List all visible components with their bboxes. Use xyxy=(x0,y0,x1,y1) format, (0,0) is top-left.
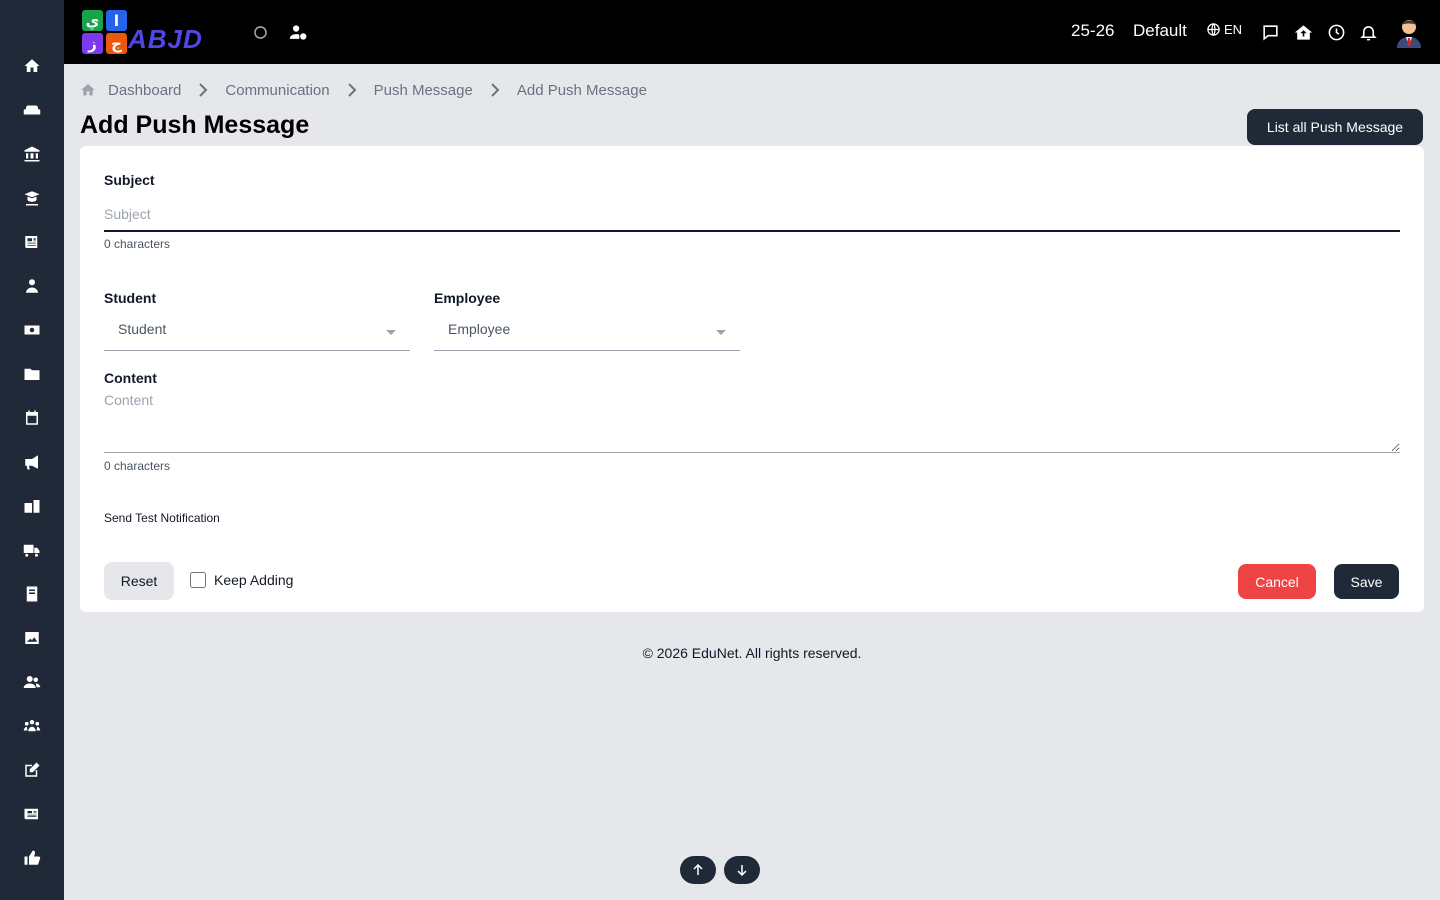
topbar: ي ا ز ج ABJD 25-26 Default EN xyxy=(64,0,1440,64)
content-textarea[interactable] xyxy=(104,392,1400,453)
list-push-messages-button[interactable]: List all Push Message xyxy=(1247,109,1423,145)
bell-icon[interactable] xyxy=(1356,20,1380,44)
users-icon[interactable] xyxy=(20,670,44,694)
send-test-notification[interactable]: Send Test Notification xyxy=(104,511,220,525)
footer-copyright: © 2026 EduNet. All rights reserved. xyxy=(642,645,862,661)
truck-icon[interactable] xyxy=(20,538,44,562)
school-icon[interactable] xyxy=(20,494,44,518)
arrow-up-icon xyxy=(693,864,703,875)
theme-toggle-icon[interactable] xyxy=(248,20,272,44)
app-logo[interactable]: ي ا ز ج ABJD xyxy=(80,8,226,56)
chevron-right-icon xyxy=(181,83,225,97)
student-label: Student xyxy=(104,290,157,306)
push-message-form: Subject 0 characters Student Student Emp… xyxy=(80,146,1424,612)
scroll-up-button[interactable] xyxy=(680,856,716,884)
content-char-counter: 0 characters xyxy=(104,459,171,473)
breadcrumb-add-push-message: Add Push Message xyxy=(516,81,647,99)
employee-select[interactable]: Employee xyxy=(434,313,740,351)
chat-icon[interactable] xyxy=(1258,20,1282,44)
couch-icon[interactable] xyxy=(20,98,44,122)
home-icon[interactable] xyxy=(20,54,44,78)
student-select-value: Student xyxy=(118,321,167,337)
scroll-down-button[interactable] xyxy=(724,856,760,884)
home-icon[interactable] xyxy=(80,82,96,98)
logo-tile: ج xyxy=(106,33,127,54)
save-button[interactable]: Save xyxy=(1334,564,1399,599)
teacher-icon[interactable] xyxy=(20,274,44,298)
subject-input[interactable] xyxy=(104,198,1400,232)
session-selector[interactable]: 25-26 xyxy=(1071,21,1114,41)
breadcrumb: Dashboard Communication Push Message Add… xyxy=(80,80,647,100)
subject-label: Subject xyxy=(104,172,155,188)
logo-tile: ي xyxy=(82,10,103,31)
subject-char-counter: 0 characters xyxy=(104,237,171,251)
employee-label: Employee xyxy=(434,290,501,306)
image-icon[interactable] xyxy=(20,626,44,650)
logo-tile: ا xyxy=(106,10,127,31)
folder-icon[interactable] xyxy=(20,362,44,386)
language-selector[interactable]: EN xyxy=(1206,22,1242,37)
sidebar xyxy=(0,0,64,900)
group-icon[interactable] xyxy=(20,714,44,738)
student-select[interactable]: Student xyxy=(104,313,410,351)
megaphone-icon[interactable] xyxy=(20,450,44,474)
arrow-down-icon xyxy=(737,865,747,876)
calendar-icon[interactable] xyxy=(20,406,44,430)
graduate-icon[interactable] xyxy=(20,186,44,210)
keep-adding-option[interactable]: Keep Adding xyxy=(190,572,293,588)
book-icon[interactable] xyxy=(20,582,44,606)
newspaper-icon[interactable] xyxy=(20,230,44,254)
avatar[interactable] xyxy=(1394,14,1424,48)
user-settings-icon[interactable] xyxy=(286,20,310,44)
breadcrumb-dashboard[interactable]: Dashboard xyxy=(108,82,181,99)
bank-icon[interactable] xyxy=(20,142,44,166)
keep-adding-label: Keep Adding xyxy=(214,572,294,588)
chevron-down-icon xyxy=(716,330,726,335)
employee-select-value: Employee xyxy=(448,321,511,337)
globe-icon xyxy=(1207,23,1220,36)
clock-icon[interactable] xyxy=(1324,20,1348,44)
language-label: EN xyxy=(1224,22,1243,37)
chevron-right-icon xyxy=(330,83,374,97)
chevron-right-icon xyxy=(473,83,517,97)
profile-selector[interactable]: Default xyxy=(1133,21,1187,41)
money-icon[interactable] xyxy=(20,318,44,342)
edit-icon[interactable] xyxy=(20,758,44,782)
home-upload-icon[interactable] xyxy=(1291,20,1315,44)
logo-text: ABJD xyxy=(128,24,203,54)
news-icon[interactable] xyxy=(20,802,44,826)
reset-button[interactable]: Reset xyxy=(104,562,174,600)
chevron-down-icon xyxy=(386,330,396,335)
cancel-button[interactable]: Cancel xyxy=(1238,564,1316,599)
breadcrumb-push-message[interactable]: Push Message xyxy=(374,82,473,99)
page-title: Add Push Message xyxy=(80,111,310,139)
logo-tile: ز xyxy=(82,33,103,54)
breadcrumb-communication[interactable]: Communication xyxy=(225,82,329,99)
keep-adding-checkbox[interactable] xyxy=(190,572,206,588)
thumbs-up-icon[interactable] xyxy=(20,846,44,870)
content-label: Content xyxy=(104,370,157,386)
